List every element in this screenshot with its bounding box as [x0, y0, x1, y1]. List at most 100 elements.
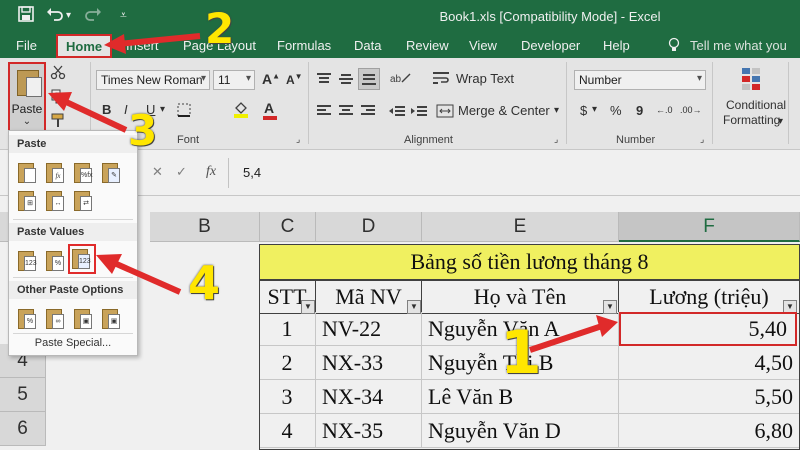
- chevron-down-icon[interactable]: ▾: [778, 116, 783, 127]
- paste-keep-source-formatting-icon[interactable]: ✎: [101, 161, 123, 185]
- formula-input[interactable]: 5,4: [243, 165, 261, 180]
- ribbon-tabs: File Home Insert Page Layout Formulas Da…: [0, 34, 800, 68]
- paste-values-pct: %: [54, 260, 62, 267]
- number-format-combo[interactable]: Number ▾: [574, 70, 706, 90]
- tab-insert[interactable]: Insert: [126, 38, 159, 53]
- conditional-formatting-button[interactable]: Conditional: [726, 98, 786, 112]
- tab-formulas[interactable]: Formulas: [277, 38, 331, 53]
- copy-icon[interactable]: [50, 88, 66, 107]
- dialog-launcher-icon[interactable]: ⌟: [554, 134, 558, 145]
- selected-cell[interactable]: 5,40: [619, 312, 797, 346]
- tab-view[interactable]: View: [469, 38, 497, 53]
- align-middle-icon[interactable]: [338, 72, 354, 89]
- paste-transpose-icon[interactable]: ⇄: [73, 189, 95, 213]
- paste-formulas-number-format-icon[interactable]: %fx: [73, 161, 95, 185]
- number-format-value: Number: [579, 73, 622, 87]
- paste-values-source-formatting-icon[interactable]: 123: [68, 244, 96, 274]
- chevron-down-icon[interactable]: ▾: [160, 104, 165, 115]
- paste-options-menu: Paste fx %fx ✎ ⊞ ↔ ⇄ Paste Values 123 % …: [8, 130, 138, 356]
- comma-button[interactable]: 9: [636, 103, 643, 118]
- paste-button[interactable]: Paste ⌄: [8, 62, 46, 134]
- percent-button[interactable]: %: [610, 103, 622, 118]
- chevron-down-icon[interactable]: ▾: [246, 73, 251, 84]
- orientation-icon[interactable]: ab: [390, 70, 412, 89]
- borders-icon[interactable]: [176, 102, 192, 121]
- wrap-text-button[interactable]: Wrap Text: [456, 71, 514, 86]
- row-header-5[interactable]: 5: [0, 378, 46, 412]
- decrease-font-icon[interactable]: A▼: [286, 72, 303, 87]
- paste-picture-icon[interactable]: ▣: [73, 307, 95, 331]
- paste-label: Paste: [11, 102, 43, 116]
- column-header-d[interactable]: D: [316, 212, 422, 242]
- step-number-4: 4: [188, 256, 221, 310]
- cut-icon[interactable]: [50, 64, 66, 83]
- merge-center-icon[interactable]: [436, 104, 454, 121]
- paste-formulas-icon[interactable]: fx: [45, 161, 67, 185]
- title-bar: ▾ ⩡ Book1.xls [Compatibility Mode] - Exc…: [0, 0, 800, 34]
- function-icon[interactable]: fx: [206, 164, 216, 180]
- increase-font-icon[interactable]: A▲: [262, 71, 280, 87]
- cancel-icon[interactable]: ✕: [152, 164, 163, 180]
- paste-values-icon[interactable]: 123: [17, 249, 39, 273]
- wrap-text-icon[interactable]: [432, 70, 450, 89]
- decrease-decimal-button[interactable]: .00→: [680, 105, 702, 115]
- paste-link-icon[interactable]: ∞: [45, 307, 67, 331]
- ribbon-separator: [566, 62, 567, 144]
- number-group-label: Number: [616, 134, 656, 146]
- tab-review[interactable]: Review: [406, 38, 449, 53]
- step-number-1: 1: [500, 318, 542, 388]
- increase-indent-icon[interactable]: [410, 104, 428, 121]
- tab-data[interactable]: Data: [354, 38, 381, 53]
- column-header-b[interactable]: B: [150, 212, 260, 242]
- font-size-value: 11: [218, 73, 231, 87]
- row-header-6[interactable]: 6: [0, 412, 46, 446]
- align-right-icon[interactable]: [360, 104, 376, 121]
- tab-developer[interactable]: Developer: [521, 38, 580, 53]
- paste-formatting-icon[interactable]: %: [17, 307, 39, 331]
- chevron-down-icon[interactable]: ⌄: [10, 116, 44, 127]
- bold-button[interactable]: B: [102, 102, 111, 117]
- paste-no-borders-icon[interactable]: ⊞: [17, 189, 39, 213]
- format-painter-icon[interactable]: [50, 112, 66, 131]
- paste-icon[interactable]: [17, 161, 39, 185]
- tab-home[interactable]: Home: [56, 34, 113, 58]
- paste-linked-picture-icon[interactable]: ▣: [101, 307, 123, 331]
- font-color-icon[interactable]: A: [263, 100, 277, 120]
- ribbon-separator: [308, 62, 309, 144]
- dialog-launcher-icon[interactable]: ⌟: [700, 134, 704, 145]
- increase-decimal-button[interactable]: ←.0: [656, 105, 673, 115]
- column-header-c[interactable]: C: [260, 212, 316, 242]
- conditional-formatting-button-line2[interactable]: Formatting: [723, 113, 780, 127]
- paste-special-item[interactable]: Paste Special...: [9, 337, 137, 349]
- enter-icon[interactable]: ✓: [176, 164, 187, 180]
- paste-keep-column-widths-icon[interactable]: ↔: [45, 189, 67, 213]
- chevron-down-icon[interactable]: ▾: [554, 105, 559, 116]
- chevron-down-icon[interactable]: ▾: [697, 73, 702, 84]
- dialog-launcher-icon[interactable]: ⌟: [296, 134, 300, 145]
- table-title-banner[interactable]: Bảng số tiền lương tháng 8: [259, 244, 800, 280]
- conditional-formatting-icon[interactable]: [740, 66, 768, 92]
- tab-help[interactable]: Help: [603, 38, 630, 53]
- ribbon-separator: [712, 62, 713, 144]
- chevron-down-icon[interactable]: ▾: [201, 73, 206, 84]
- lightbulb-icon: [668, 37, 680, 56]
- clipboard-icon: [17, 70, 42, 97]
- align-top-icon[interactable]: [316, 72, 332, 89]
- fill-color-icon[interactable]: [232, 100, 250, 121]
- paste-values-number-format-icon[interactable]: %: [45, 249, 67, 273]
- merge-center-button[interactable]: Merge & Center: [458, 103, 550, 118]
- currency-button[interactable]: $: [580, 103, 587, 118]
- column-header-e[interactable]: E: [422, 212, 619, 242]
- font-name-value: Times New Roman: [101, 73, 203, 87]
- font-name-combo[interactable]: Times New Roman ▾: [96, 70, 210, 90]
- tab-file[interactable]: File: [16, 38, 37, 53]
- step-number-2: 2: [205, 4, 235, 53]
- align-bottom-icon[interactable]: [358, 68, 380, 90]
- font-size-combo[interactable]: 11 ▾: [213, 70, 255, 90]
- align-center-icon[interactable]: [338, 104, 354, 121]
- column-header-f[interactable]: F: [619, 212, 800, 242]
- chevron-down-icon[interactable]: ▾: [592, 104, 597, 115]
- decrease-indent-icon[interactable]: [388, 104, 406, 121]
- align-left-icon[interactable]: [316, 104, 332, 121]
- ribbon-separator: [788, 62, 789, 144]
